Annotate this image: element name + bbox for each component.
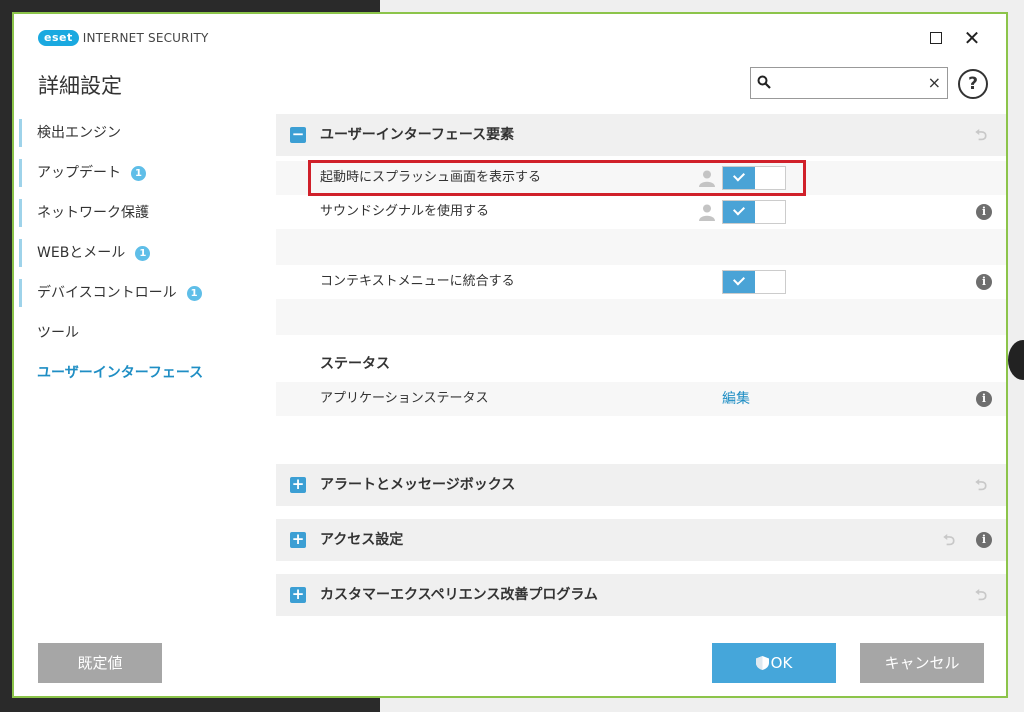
- eset-logo-mark: eset: [38, 30, 79, 46]
- product-name: INTERNET SECURITY: [82, 31, 209, 45]
- sidebar-item-label: ツール: [37, 325, 79, 341]
- sidebar-item-label: 検出エンジン: [37, 125, 121, 141]
- revert-icon[interactable]: ⮌: [972, 586, 990, 604]
- highlight-box: [308, 160, 806, 196]
- section-title: カスタマーエクスペリエンス改善プログラム: [320, 587, 598, 603]
- info-icon[interactable]: i: [976, 204, 992, 220]
- settings-window: eset INTERNET SECURITY ✕ 詳細設定 × ? 検出エンジン…: [12, 12, 1008, 698]
- search-input[interactable]: [777, 72, 921, 96]
- status-heading-row: ステータス: [276, 347, 1006, 381]
- info-icon[interactable]: i: [976, 274, 992, 290]
- cancel-button-label: キャンセル: [884, 654, 960, 672]
- maximize-icon: [930, 32, 942, 44]
- section-header-alerts[interactable]: + アラートとメッセージボックス ⮌: [276, 464, 1006, 506]
- default-button[interactable]: 既定値: [38, 643, 162, 683]
- maximize-button[interactable]: [924, 26, 948, 50]
- collapse-icon[interactable]: −: [290, 127, 306, 143]
- user-icon: [699, 204, 715, 221]
- sidebar-item-label: デバイスコントロール: [37, 285, 177, 301]
- setting-row-context-menu: コンテキストメニューに統合する i: [276, 265, 1006, 299]
- sidebar-item-web-and-email[interactable]: WEBとメール 1: [19, 234, 259, 274]
- revert-icon[interactable]: ⮌: [972, 476, 990, 494]
- toggle-on-indicator: [723, 271, 755, 293]
- settings-content: − ユーザーインターフェース要素 ⮌ 起動時にスプラッシュ画面を表示する サウン…: [276, 114, 1006, 616]
- sidebar-item-user-interface[interactable]: ユーザーインターフェース: [19, 354, 259, 394]
- section-title: アクセス設定: [320, 532, 404, 548]
- sidebar-item-update[interactable]: アップデート 1: [19, 154, 259, 194]
- sidebar-item-tools[interactable]: ツール: [19, 314, 259, 354]
- setting-label: サウンドシグナルを使用する: [320, 204, 490, 219]
- revert-icon[interactable]: ⮌: [940, 531, 958, 549]
- notification-badge: 1: [135, 245, 151, 261]
- sound-toggle[interactable]: [722, 200, 786, 224]
- help-button[interactable]: ?: [958, 69, 988, 99]
- sidebar-item-device-control[interactable]: デバイスコントロール 1: [19, 274, 259, 314]
- shield-icon: [755, 656, 769, 670]
- expand-icon[interactable]: +: [290, 587, 306, 603]
- sidebar: 検出エンジン アップデート 1 ネットワーク保護 WEBとメール 1 デバイスコント…: [19, 114, 259, 394]
- info-icon[interactable]: i: [976, 391, 992, 407]
- sidebar-item-label: ユーザーインターフェース: [37, 365, 204, 381]
- edit-link[interactable]: 編集: [722, 382, 750, 416]
- notification-badge: 1: [131, 165, 146, 181]
- setting-label: コンテキストメニューに統合する: [320, 274, 515, 289]
- title-bar: eset INTERNET SECURITY ✕: [14, 14, 1006, 60]
- expand-icon[interactable]: +: [290, 532, 306, 548]
- setting-row-app-status: アプリケーションステータス 編集 i: [276, 382, 1006, 416]
- sidebar-item-network-protection[interactable]: ネットワーク保護: [19, 194, 259, 234]
- revert-icon[interactable]: ⮌: [972, 126, 990, 144]
- expand-icon[interactable]: +: [290, 477, 306, 493]
- section-title: ユーザーインターフェース要素: [320, 127, 515, 143]
- spacer-row: [276, 299, 1006, 335]
- notification-badge: 1: [186, 285, 202, 301]
- sidebar-item-label: ネットワーク保護: [37, 205, 149, 221]
- ok-button[interactable]: OK: [712, 643, 836, 683]
- close-button[interactable]: ✕: [960, 26, 984, 50]
- default-button-label: 既定値: [77, 654, 123, 672]
- help-icon: ?: [968, 74, 978, 94]
- clear-search-icon[interactable]: ×: [928, 73, 941, 92]
- close-icon: ✕: [963, 26, 981, 50]
- status-heading: ステータス: [320, 356, 390, 372]
- context-menu-toggle[interactable]: [722, 270, 786, 294]
- search-icon: [757, 75, 771, 89]
- cancel-button[interactable]: キャンセル: [860, 643, 984, 683]
- sidebar-item-label: WEBとメール: [37, 245, 126, 261]
- spacer-row: [276, 229, 1006, 265]
- toggle-on-indicator: [723, 201, 755, 223]
- section-header-cx-program[interactable]: + カスタマーエクスペリエンス改善プログラム ⮌: [276, 574, 1006, 616]
- section-header-access[interactable]: + アクセス設定 ⮌ i: [276, 519, 1006, 561]
- page-title: 詳細設定: [38, 74, 122, 98]
- ok-button-label: OK: [770, 654, 793, 672]
- sidebar-item-detection-engine[interactable]: 検出エンジン: [19, 114, 259, 154]
- section-title: アラートとメッセージボックス: [320, 477, 516, 493]
- info-icon[interactable]: i: [976, 532, 992, 548]
- app-logo: eset INTERNET SECURITY: [38, 30, 209, 46]
- search-box: ×: [750, 67, 948, 99]
- setting-label: アプリケーションステータス: [320, 391, 489, 406]
- section-header-ui-elements[interactable]: − ユーザーインターフェース要素 ⮌: [276, 114, 1006, 156]
- setting-row-sound: サウンドシグナルを使用する i: [276, 195, 1006, 229]
- sidebar-item-label: アップデート: [37, 165, 121, 181]
